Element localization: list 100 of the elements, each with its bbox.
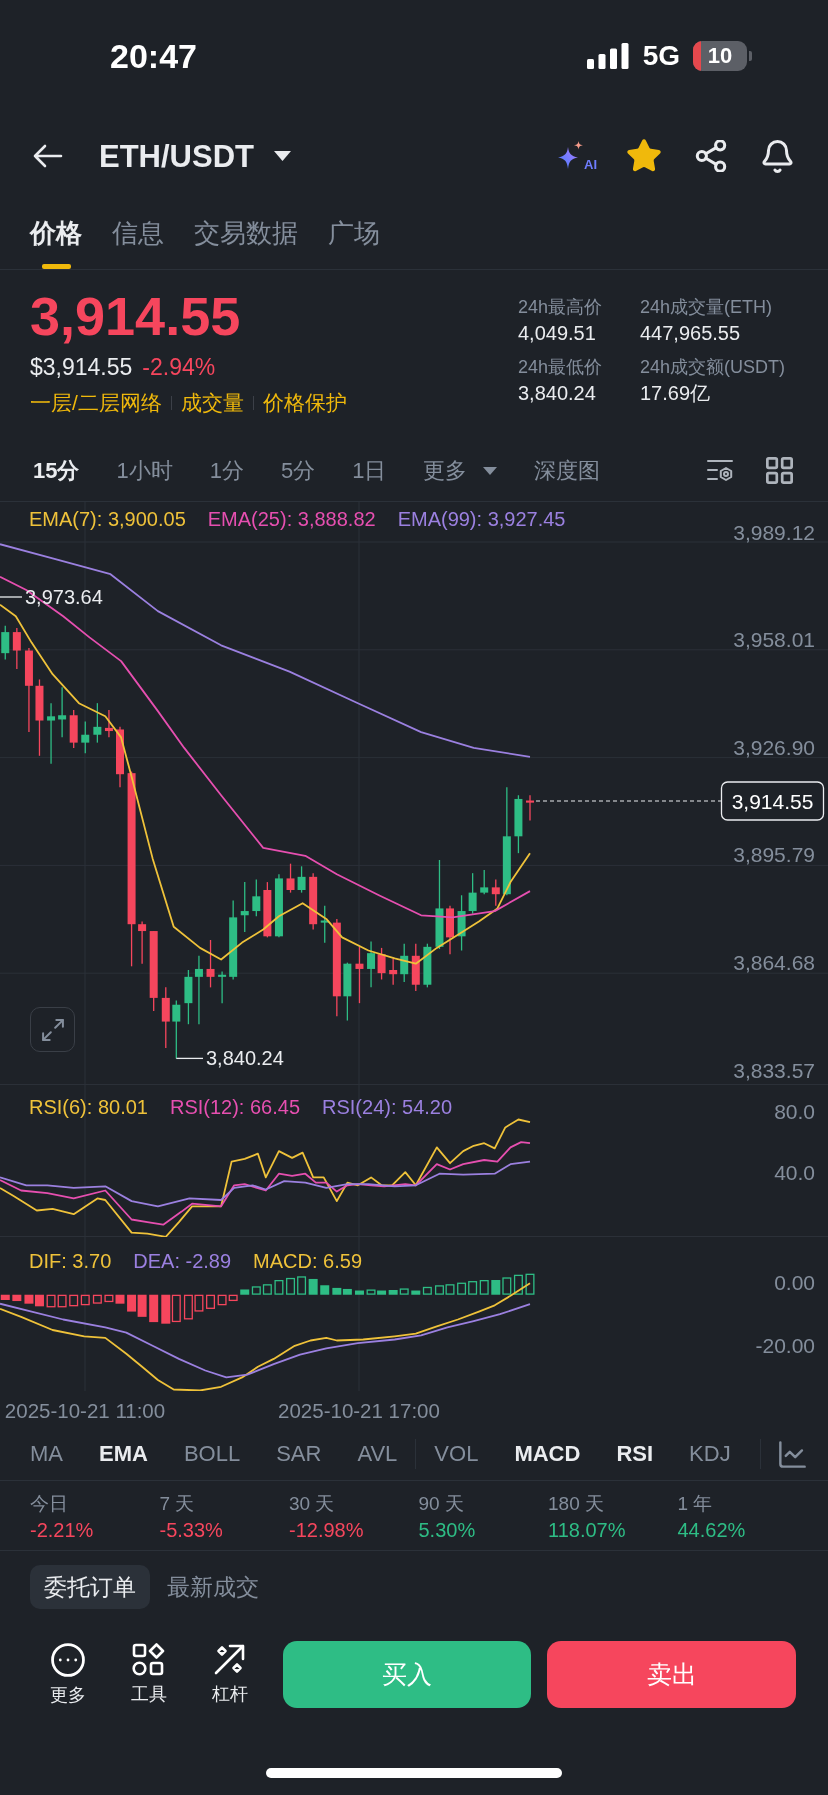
period-label: 90 天 xyxy=(418,1492,464,1516)
indicator-tab[interactable]: BOLL xyxy=(183,1440,241,1468)
leverage-button[interactable]: 杠杆 xyxy=(189,1641,270,1706)
candlestick xyxy=(184,969,193,1025)
axis-label: 3,958.01 xyxy=(733,628,815,652)
order-tab[interactable]: 最新成交 xyxy=(153,1565,273,1609)
candlestick xyxy=(172,999,181,1060)
interval-tab[interactable]: 深度图 xyxy=(534,456,601,485)
more-button[interactable]: 更多 xyxy=(27,1641,108,1707)
line-chart-icon[interactable] xyxy=(778,1440,806,1468)
candlestick xyxy=(252,878,261,917)
tag-link[interactable]: 一层/二层网络 xyxy=(30,389,162,417)
share-icon[interactable] xyxy=(695,140,727,172)
candlestick xyxy=(274,873,283,938)
sell-button[interactable]: 卖出 xyxy=(547,1641,796,1708)
price-change: -2.94% xyxy=(142,353,216,382)
histogram-bar xyxy=(434,1285,444,1295)
histogram-bar xyxy=(104,1294,114,1303)
interval-tab[interactable]: 1小时 xyxy=(116,456,173,485)
expand-button[interactable] xyxy=(30,1007,75,1052)
histogram-bar xyxy=(80,1294,90,1306)
period-change: 44.62% xyxy=(677,1518,746,1542)
tools-button[interactable]: 工具 xyxy=(108,1641,189,1706)
indicator-tab[interactable]: KDJ xyxy=(689,1440,731,1468)
histogram-bar xyxy=(12,1294,22,1302)
leader-line xyxy=(175,1057,204,1060)
grid-icon[interactable] xyxy=(766,457,793,484)
candlestick xyxy=(286,863,295,894)
stat-value: 4,049.51 xyxy=(518,321,596,346)
star-icon[interactable] xyxy=(627,139,661,173)
candlestick xyxy=(514,794,523,854)
interval-tab[interactable]: 1分 xyxy=(209,456,244,485)
stat-label: 24h最高价 xyxy=(518,296,603,319)
axis-label: 0.00 xyxy=(774,1271,815,1295)
back-arrow-icon[interactable] xyxy=(33,144,63,168)
histogram-bar xyxy=(171,1294,181,1323)
axis-label: 80.0 xyxy=(774,1100,815,1124)
interval-tab[interactable]: 5分 xyxy=(281,456,316,485)
period-label: 今日 xyxy=(30,1492,68,1516)
candlestick xyxy=(377,947,386,981)
indicator-tab[interactable]: EMA xyxy=(99,1440,148,1468)
tab[interactable]: 价格 xyxy=(30,200,82,269)
candlestick xyxy=(12,627,21,670)
indicator-tab[interactable]: MA xyxy=(30,1440,63,1468)
candlestick xyxy=(411,943,420,992)
histogram-bar xyxy=(525,1273,535,1295)
indicator-tab[interactable]: SAR xyxy=(276,1440,322,1468)
candlestick xyxy=(138,920,147,965)
legend-label: EMA(25): 3,888.82 xyxy=(207,507,376,531)
axis-label: 3,833.57 xyxy=(733,1058,815,1082)
candlestick xyxy=(1,625,10,661)
candlestick xyxy=(400,943,409,983)
histogram-bar xyxy=(0,1294,10,1300)
caret-down-icon xyxy=(483,466,498,475)
tag-link[interactable]: 价格保护 xyxy=(262,389,347,417)
candlestick xyxy=(104,709,113,738)
pair-selector[interactable]: ETH/USDT xyxy=(99,140,291,172)
leader-line xyxy=(0,596,23,598)
tab[interactable]: 交易数据 xyxy=(194,200,298,269)
histogram-bar xyxy=(34,1294,44,1307)
order-tab[interactable]: 委托订单 xyxy=(30,1565,150,1609)
histogram-bar xyxy=(468,1281,478,1295)
period-change: -12.98% xyxy=(289,1518,364,1542)
indicator-tab[interactable]: RSI xyxy=(616,1440,654,1468)
interval-tab[interactable]: 1日 xyxy=(352,456,387,485)
stat-value: 17.69亿 xyxy=(640,381,711,406)
period-label: 180 天 xyxy=(548,1492,604,1516)
stat-label: 24h成交额(USDT) xyxy=(640,356,786,379)
price-label: 3,840.24 xyxy=(206,1047,284,1070)
histogram-bar xyxy=(513,1274,523,1295)
candlestick xyxy=(240,881,249,933)
indicator-tab[interactable]: AVL xyxy=(357,1440,398,1468)
candlestick xyxy=(468,872,477,915)
tab[interactable]: 信息 xyxy=(112,200,164,269)
bell-icon[interactable] xyxy=(761,139,794,173)
tag-link[interactable]: 成交量 xyxy=(180,389,244,417)
candlestick xyxy=(81,720,90,754)
interval-tab[interactable]: 15分 xyxy=(33,456,80,485)
candlestick xyxy=(457,894,466,952)
histogram-bar xyxy=(457,1282,467,1295)
histogram-bar xyxy=(297,1276,307,1295)
stat-value: 447,965.55 xyxy=(640,321,741,346)
ai-assistant-button[interactable]: AI xyxy=(557,141,597,171)
histogram-bar xyxy=(24,1294,34,1304)
indicator-tab[interactable]: MACD xyxy=(514,1440,581,1468)
legend-label: RSI(24): 54.20 xyxy=(322,1095,453,1119)
tab[interactable]: 广场 xyxy=(328,200,380,269)
usd-price: $3,914.55 xyxy=(30,353,133,382)
axis-label: 40.0 xyxy=(774,1160,815,1184)
interval-tab[interactable]: 更多 xyxy=(423,456,498,485)
histogram-bar xyxy=(57,1294,67,1308)
indicator-tab[interactable]: VOL xyxy=(434,1440,479,1468)
histogram-bar xyxy=(274,1280,284,1295)
candlestick xyxy=(263,881,272,938)
histogram-bar xyxy=(161,1294,171,1324)
candlestick xyxy=(343,962,352,1022)
histogram-bar xyxy=(149,1294,159,1323)
candlestick xyxy=(116,726,124,788)
caret-down-icon xyxy=(274,151,291,161)
legend-label: DIF: 3.70 xyxy=(29,1249,112,1273)
